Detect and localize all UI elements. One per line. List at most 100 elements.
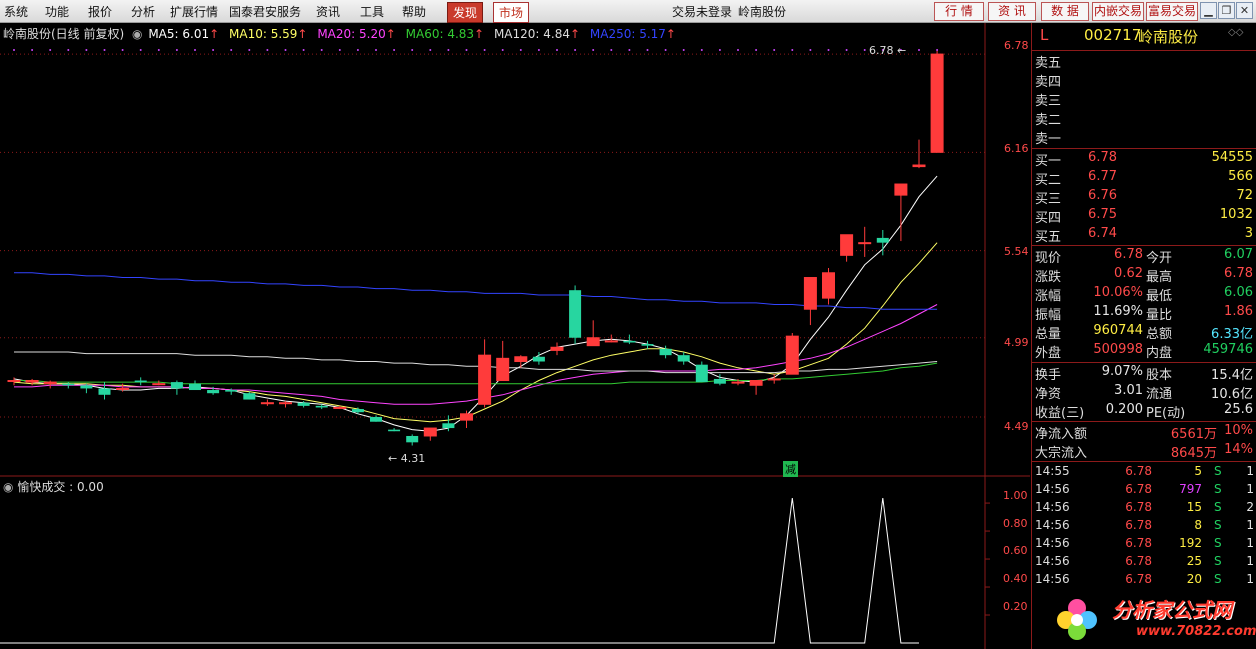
bid-level-3: 买三 6.76 72 bbox=[1035, 188, 1253, 207]
signal-dot bbox=[592, 49, 595, 51]
market-button[interactable]: 市场 bbox=[493, 2, 530, 23]
signal-dot bbox=[574, 49, 577, 51]
indicator-tick: 0.60 bbox=[1003, 544, 1028, 557]
signal-dot bbox=[85, 49, 88, 51]
minimize-icon[interactable]: ▁ bbox=[1200, 2, 1217, 19]
indicator-title: 愉快成交 : 0.00 bbox=[17, 480, 104, 494]
tick-row: 14:56 6.78 8 S 1 bbox=[1035, 518, 1254, 532]
candle-body bbox=[840, 234, 854, 256]
fuyi-trade-button[interactable]: 富易交易 bbox=[1146, 2, 1198, 21]
candle-body bbox=[785, 335, 799, 375]
signal-dot bbox=[519, 49, 522, 51]
embedded-trade-button[interactable]: 内嵌交易 bbox=[1092, 2, 1144, 21]
quote-row: 总量 960744 总额 6.33亿 bbox=[1035, 323, 1253, 342]
signal-dot bbox=[465, 49, 468, 51]
candle-body bbox=[116, 387, 130, 390]
signal-dot bbox=[863, 49, 866, 51]
ask-level-3: 卖三 bbox=[1035, 94, 1062, 109]
news-button[interactable]: 资 讯 bbox=[988, 2, 1036, 21]
l-mark: L bbox=[1040, 26, 1049, 44]
menu-quote[interactable]: 报价 bbox=[88, 3, 112, 20]
candle-body bbox=[98, 388, 111, 395]
candle-body bbox=[388, 429, 401, 432]
menu-system[interactable]: 系统 bbox=[4, 3, 28, 20]
indicator-line bbox=[0, 497, 919, 644]
signal-dot bbox=[121, 49, 124, 51]
kline-chart[interactable] bbox=[0, 23, 1030, 649]
data-button[interactable]: 数 据 bbox=[1041, 2, 1089, 21]
candle-body bbox=[695, 364, 708, 383]
candle-body bbox=[623, 340, 636, 343]
quotes-button[interactable]: 行 情 bbox=[934, 2, 984, 21]
signal-dot bbox=[447, 49, 450, 51]
candle-body bbox=[604, 340, 618, 343]
menu-tools[interactable]: 工具 bbox=[360, 3, 384, 20]
candle-body bbox=[189, 383, 201, 391]
signal-dot bbox=[936, 49, 939, 51]
signal-dot bbox=[556, 49, 558, 51]
candle-body bbox=[62, 383, 75, 386]
watermark-title: 分析家公式网 bbox=[1112, 598, 1232, 622]
close-icon[interactable]: ✕ bbox=[1236, 2, 1253, 19]
menu-extended-quotes[interactable]: 扩展行情 bbox=[170, 3, 218, 20]
signal-dot bbox=[537, 49, 540, 51]
ma-line-ma10 bbox=[13, 242, 938, 423]
discover-button[interactable]: 发现 bbox=[447, 2, 484, 23]
signal-dot bbox=[393, 49, 396, 51]
signal-dot bbox=[791, 49, 794, 51]
signal-dot bbox=[501, 49, 504, 51]
fundamental-row: 收益(三) 0.200 PE(动) 25.6 bbox=[1035, 402, 1253, 421]
signal-dot bbox=[718, 49, 721, 51]
signal-dot bbox=[682, 49, 685, 51]
candle-body bbox=[25, 380, 39, 383]
menu-news[interactable]: 资讯 bbox=[316, 3, 340, 20]
signal-dot bbox=[483, 49, 486, 51]
candle-body bbox=[170, 382, 183, 389]
menu-broker-service[interactable]: 国泰君安服务 bbox=[229, 3, 301, 20]
ma60-label: MA60: 4.83↑ bbox=[405, 27, 485, 41]
ask-level-2: 卖二 bbox=[1035, 113, 1062, 128]
nav-diamond-icons[interactable]: ◇◇ bbox=[1228, 27, 1243, 38]
signal-dot bbox=[646, 49, 649, 51]
reduce-marker: 减 bbox=[783, 461, 798, 477]
fundamental-row: 净资 3.01 流通 10.6亿 bbox=[1035, 383, 1253, 402]
capital-flow-row: 大宗流入 8645万 14% bbox=[1035, 442, 1253, 461]
signal-dot bbox=[773, 49, 776, 51]
candle-body bbox=[514, 356, 528, 363]
settings-circle-icon[interactable]: ◉ bbox=[132, 27, 142, 41]
ma250-label: MA250: 5.17↑ bbox=[589, 27, 676, 41]
bid-level-4: 买四 6.75 1032 bbox=[1035, 207, 1253, 226]
menu-help[interactable]: 帮助 bbox=[402, 3, 426, 20]
signal-dot bbox=[338, 49, 341, 51]
candle-body bbox=[550, 346, 564, 351]
bid-level-1: 买一 6.78 54555 bbox=[1035, 150, 1253, 169]
candle-body bbox=[586, 337, 600, 347]
signal-dot bbox=[700, 49, 703, 51]
menu-analysis[interactable]: 分析 bbox=[131, 3, 155, 20]
signal-dot bbox=[230, 49, 233, 51]
chart-area[interactable]: 岭南股份(日线 前复权) ◉ MA5: 6.01↑ MA10: 5.59↑ MA… bbox=[0, 23, 1030, 649]
menu-function[interactable]: 功能 bbox=[45, 3, 69, 20]
ma10-label: MA10: 5.59↑ bbox=[229, 27, 308, 41]
candle-body bbox=[731, 381, 745, 384]
candle-body bbox=[243, 393, 256, 400]
indicator-tick: 0.20 bbox=[1003, 600, 1028, 613]
candle-body bbox=[569, 290, 582, 338]
signal-dot bbox=[664, 49, 667, 51]
restore-icon[interactable]: ❐ bbox=[1218, 2, 1235, 19]
ma120-label: MA120: 4.84↑ bbox=[493, 27, 581, 41]
price-grid bbox=[0, 53, 985, 418]
signal-dot bbox=[918, 49, 920, 51]
candle-body bbox=[858, 242, 872, 245]
price-tick: 4.99 bbox=[1004, 336, 1029, 349]
settings-circle-icon[interactable]: ◉ bbox=[3, 480, 13, 494]
signal-dot bbox=[737, 49, 739, 51]
ask-level-4: 卖四 bbox=[1035, 75, 1062, 90]
signal-dot bbox=[320, 49, 323, 51]
candle-body bbox=[279, 402, 292, 405]
signal-dot bbox=[302, 49, 305, 51]
candle-body bbox=[749, 380, 763, 386]
candle-body bbox=[315, 405, 328, 408]
chart-header: 岭南股份(日线 前复权) ◉ MA5: 6.01↑ MA10: 5.59↑ MA… bbox=[3, 25, 676, 42]
signal-dot bbox=[31, 49, 34, 51]
